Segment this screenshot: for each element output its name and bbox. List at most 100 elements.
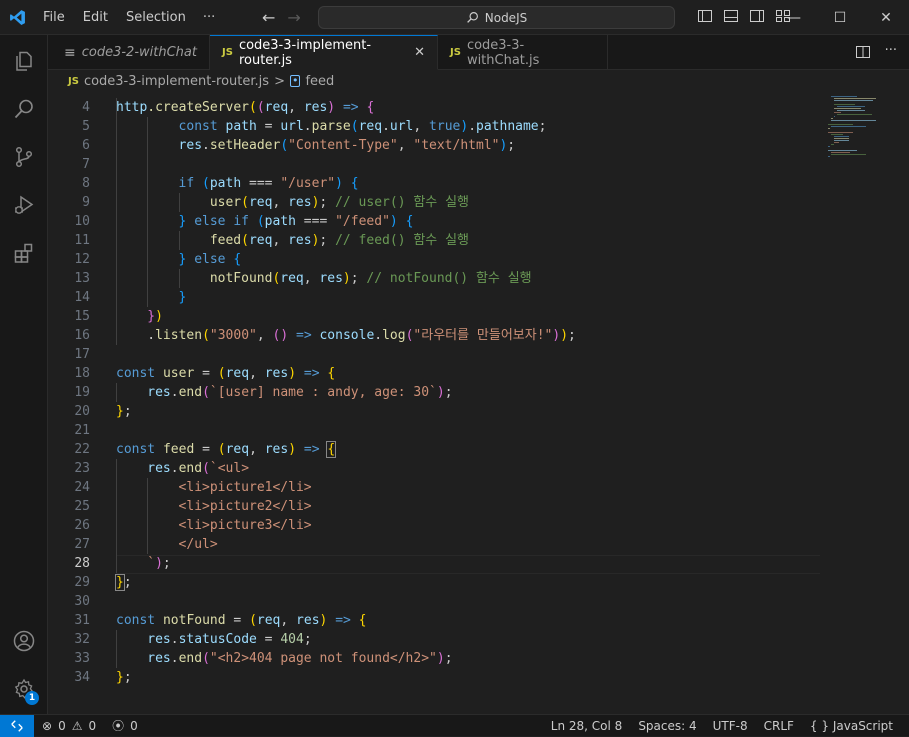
line-number: 26 <box>74 518 90 533</box>
minimize-icon[interactable]: — <box>771 0 817 35</box>
toggle-panel-icon[interactable] <box>723 8 739 24</box>
split-editor-icon[interactable] <box>855 44 871 64</box>
cursor-position[interactable]: Ln 28, Col 8 <box>551 719 623 733</box>
indent-guide <box>116 326 117 345</box>
code-line: 34}; <box>48 668 820 687</box>
minimap[interactable] <box>820 92 895 192</box>
indent-guide <box>147 155 149 174</box>
remote-indicator-icon[interactable] <box>0 714 34 737</box>
line-number: 31 <box>74 613 90 628</box>
ports-indicator[interactable]: ⦿ 0 <box>112 717 138 734</box>
indent-guide <box>147 535 149 554</box>
indent-guide <box>116 383 117 402</box>
minimap-line <box>831 118 833 119</box>
indent-guide <box>147 174 149 193</box>
broadcast-icon: ⦿ <box>112 719 125 733</box>
indent-guide <box>116 649 117 668</box>
line-number: 4 <box>82 100 90 115</box>
indent-guide <box>178 193 180 212</box>
explorer-icon[interactable] <box>0 37 48 85</box>
problems-indicator[interactable]: ⊗ 0 ⚠ 0 <box>42 719 96 733</box>
indent-guide <box>147 136 149 155</box>
code-text: <li>picture1</li> <box>178 480 312 495</box>
menu-selection[interactable]: Selection <box>117 0 195 35</box>
code-text: res.end(`<ul> <box>147 461 250 476</box>
line-number: 6 <box>82 138 90 153</box>
line-number: 19 <box>74 385 90 400</box>
forward-arrow-icon[interactable]: → <box>287 8 300 27</box>
breadcrumb-file[interactable]: code3-3-implement-router.js <box>84 74 269 89</box>
search-icon <box>466 12 478 23</box>
tab-code3-3-implement-router[interactable]: JS code3-3-implement-router.js ✕ <box>210 35 438 70</box>
line-number: 24 <box>74 480 90 495</box>
menu-more-button[interactable]: ··· <box>195 0 223 35</box>
code-line: 11 feed(req, res); // feed() 함수 실행 <box>48 231 820 250</box>
accounts-icon[interactable] <box>0 617 48 665</box>
code-text: notFound(req, res); // notFound() 함수 실행 <box>209 271 532 286</box>
indent-guide <box>147 250 149 269</box>
indent-guide <box>147 117 149 136</box>
line-number: 33 <box>74 651 90 666</box>
minimap-line <box>834 112 842 113</box>
end-of-line[interactable]: CRLF <box>764 719 794 733</box>
code-line: 13 notFound(req, res); // notFound() 함수 실… <box>48 269 820 288</box>
indent-guide <box>147 497 149 516</box>
braces-icon: { } <box>809 719 830 733</box>
run-debug-icon[interactable] <box>0 181 48 229</box>
source-control-icon[interactable] <box>0 133 48 181</box>
search-view-icon[interactable] <box>0 85 48 133</box>
menu-file[interactable]: File <box>34 0 74 35</box>
editor-actions: ··· <box>855 44 897 64</box>
command-center-search[interactable]: NodeJS <box>318 6 675 29</box>
code-editor[interactable]: http 4 .createServer((req, res) => {5 cons… <box>48 92 909 714</box>
window-controls: — ☐ ✕ <box>771 0 909 35</box>
editor-tabs: ≡ code3-2-withChat JS code3-3-implement-… <box>48 35 909 70</box>
indent-guide <box>116 554 117 573</box>
close-tab-icon[interactable]: ✕ <box>414 45 425 60</box>
code-line: 17 <box>48 345 820 364</box>
code-text: res.setHeader("Content-Type", "text/html… <box>178 138 516 153</box>
navigation-arrows: ← → <box>262 0 301 35</box>
tab-code3-2-withchat[interactable]: ≡ code3-2-withChat <box>48 35 210 70</box>
minimap-line <box>831 154 867 155</box>
line-number: 34 <box>74 670 90 685</box>
toggle-secondary-sidebar-icon[interactable] <box>749 8 765 24</box>
indent-guide <box>178 269 180 288</box>
line-number: 9 <box>82 195 90 210</box>
code-text: res.end(`[user] name : andy, age: 30`); <box>147 385 453 400</box>
back-arrow-icon[interactable]: ← <box>262 8 275 27</box>
file-icon: ≡ <box>64 44 76 61</box>
tab-code3-3-withchat[interactable]: JS code3-3-withChat.js <box>438 35 608 70</box>
indent-guide <box>116 250 117 269</box>
encoding[interactable]: UTF-8 <box>713 719 748 733</box>
indent-guide <box>116 136 117 155</box>
code-line: 9 user(req, res); // user() 함수 실행 <box>48 193 820 212</box>
line-number: 17 <box>74 347 90 362</box>
minimap-line <box>831 96 858 97</box>
code-line: 29}; <box>48 573 820 592</box>
close-window-icon[interactable]: ✕ <box>863 0 909 35</box>
code-line: 32 res.statusCode = 404; <box>48 630 820 649</box>
status-bar: ⊗ 0 ⚠ 0 ⦿ 0 Ln 28, Col 8 Spaces: 4 UTF-8… <box>0 714 909 737</box>
status-right: Ln 28, Col 8 Spaces: 4 UTF-8 CRLF { } Ja… <box>551 715 893 737</box>
minimap-line <box>834 140 850 141</box>
error-count: 0 <box>58 718 66 733</box>
manage-gear-icon[interactable]: 1 <box>0 665 48 713</box>
code-text: res.statusCode = 404; <box>147 632 312 647</box>
maximize-icon[interactable]: ☐ <box>817 0 863 35</box>
toggle-primary-sidebar-icon[interactable] <box>697 8 713 24</box>
menu-edit[interactable]: Edit <box>74 0 117 35</box>
breadcrumb-separator: > <box>274 73 285 89</box>
language-mode[interactable]: { } JavaScript <box>810 719 893 733</box>
vertical-scrollbar[interactable] <box>895 92 909 714</box>
line-number: 8 <box>82 176 90 191</box>
more-actions-icon[interactable]: ··· <box>885 44 897 64</box>
code-text: const feed = (req, res) => { <box>116 441 337 458</box>
extensions-icon[interactable] <box>0 229 48 277</box>
tab-label: code3-3-withChat.js <box>466 37 540 68</box>
javascript-file-icon: JS <box>222 47 233 58</box>
indentation[interactable]: Spaces: 4 <box>638 719 696 733</box>
code-line: 15}) <box>48 307 820 326</box>
code-text: } else if (path === "/feed") { <box>178 214 414 229</box>
breadcrumb-symbol[interactable]: feed <box>305 74 334 89</box>
